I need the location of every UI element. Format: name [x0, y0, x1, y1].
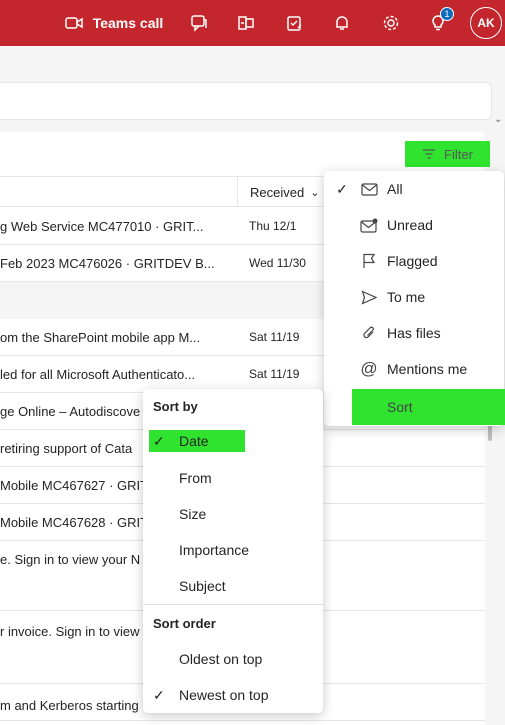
settings-button[interactable] [373, 0, 409, 46]
notifications-button[interactable] [324, 0, 360, 46]
sort-by-heading: Sort by [153, 399, 198, 414]
sort-option-label: Subject [179, 578, 226, 594]
checkmark-icon: ✓ [153, 686, 165, 703]
sort-label: Sort [387, 399, 413, 415]
filter-item-label: All [387, 181, 403, 197]
filter-item-has-files[interactable]: Has files [324, 315, 504, 351]
filter-menu: ✓ All Unread Flagged To me Has files @ M… [324, 171, 505, 426]
received-label: Received [250, 184, 305, 200]
chat-button[interactable] [181, 0, 217, 46]
filter-item-unread[interactable]: Unread [324, 207, 504, 243]
notification-badge: 1 [440, 7, 454, 21]
filter-icon [423, 149, 436, 159]
filter-item-flagged[interactable]: Flagged [324, 243, 504, 279]
teams-call-label: Teams call [92, 15, 164, 31]
row-date: Sat 11/19 [249, 367, 300, 381]
search-box[interactable] [0, 82, 492, 120]
scrollbar-thumb[interactable] [488, 425, 492, 441]
row-subject: m and Kerberos starting [0, 698, 139, 713]
tips-button[interactable]: 1 [420, 0, 456, 46]
filter-item-sort[interactable]: Sort › [352, 389, 505, 425]
filter-item-label: Mentions me [387, 361, 468, 377]
office-button[interactable] [228, 0, 264, 46]
checkmark-icon: ✓ [336, 180, 348, 197]
row-date: Wed 11/30 [249, 256, 306, 270]
send-icon [360, 288, 378, 306]
row-subject: g Web Service MC477010 · GRIT... [0, 218, 204, 234]
bell-icon [336, 16, 348, 30]
top-bar: Teams call 1 AK [0, 0, 505, 46]
office-icon [238, 16, 254, 30]
clipboard-check-icon [287, 16, 302, 31]
sort-option-subject[interactable]: Subject [143, 568, 323, 604]
sort-option-label: Importance [179, 542, 250, 558]
sort-option-importance[interactable]: Importance [143, 532, 323, 568]
at-icon: @ [360, 359, 378, 378]
sort-option-label: Date [179, 433, 209, 449]
divider [143, 604, 323, 605]
envelope-icon [360, 180, 378, 198]
filter-item-to-me[interactable]: To me [324, 279, 504, 315]
row-subject: r invoice. Sign in to view [0, 624, 140, 639]
row-subject: Mobile MC467628 · GRIT [0, 514, 149, 530]
unread-envelope-icon [360, 216, 378, 234]
row-subject: led for all Microsoft Authenticato... [0, 366, 196, 382]
teams-call-button[interactable]: Teams call [58, 0, 170, 46]
row-subject: e. Sign in to view your N [0, 552, 141, 567]
row-subject: retiring support of Cata [0, 440, 133, 456]
sort-menu: Sort by ✓ Date From Size Importance Subj… [143, 389, 323, 713]
filter-button[interactable]: Filter [405, 141, 490, 167]
sort-option-size[interactable]: Size [143, 496, 323, 532]
chevron-down-icon: ⌄ [310, 186, 320, 199]
search-strip: ⌄ [0, 46, 505, 128]
received-column-header[interactable]: Received ⌄ [237, 177, 331, 207]
video-camera-icon [64, 17, 83, 29]
row-date: Sat 11/19 [249, 330, 300, 344]
row-subject: ge Online – Autodiscove [0, 403, 141, 419]
avatar[interactable]: AK [470, 7, 502, 39]
sort-order-label: Oldest on top [179, 651, 263, 667]
sort-option-label: From [179, 470, 212, 486]
sort-option-label: Size [179, 506, 207, 522]
filter-item-label: Has files [387, 325, 441, 341]
chat-icon [191, 15, 207, 32]
row-subject: Mobile MC467627 · GRIT [0, 477, 149, 493]
filter-item-label: Unread [387, 217, 433, 233]
filter-item-label: To me [387, 289, 426, 305]
filter-item-label: Flagged [387, 253, 438, 269]
row-subject: Feb 2023 MC476026 · GRITDEV B... [0, 255, 215, 271]
tasks-button[interactable] [276, 0, 312, 46]
chevron-down-icon[interactable]: ⌄ [494, 114, 502, 125]
sort-order-heading: Sort order [153, 616, 216, 631]
filter-item-mentions-me[interactable]: @ Mentions me [324, 351, 504, 387]
sort-option-date[interactable]: ✓ Date [149, 430, 245, 452]
row-date: Thu 12/1 [249, 219, 297, 233]
filter-label: Filter [444, 146, 473, 162]
sort-order-label: Newest on top [179, 687, 269, 703]
sort-order-newest-on-top[interactable]: ✓ Newest on top [143, 677, 323, 713]
flag-icon [360, 252, 378, 270]
filter-item-all[interactable]: ✓ All [324, 171, 504, 207]
gear-icon [383, 15, 399, 31]
paperclip-icon [360, 324, 378, 342]
sort-option-from[interactable]: From [143, 460, 323, 496]
row-subject: om the SharePoint mobile app M... [0, 329, 201, 345]
checkmark-icon: ✓ [153, 432, 165, 449]
sort-order-oldest-on-top[interactable]: Oldest on top [143, 641, 323, 677]
